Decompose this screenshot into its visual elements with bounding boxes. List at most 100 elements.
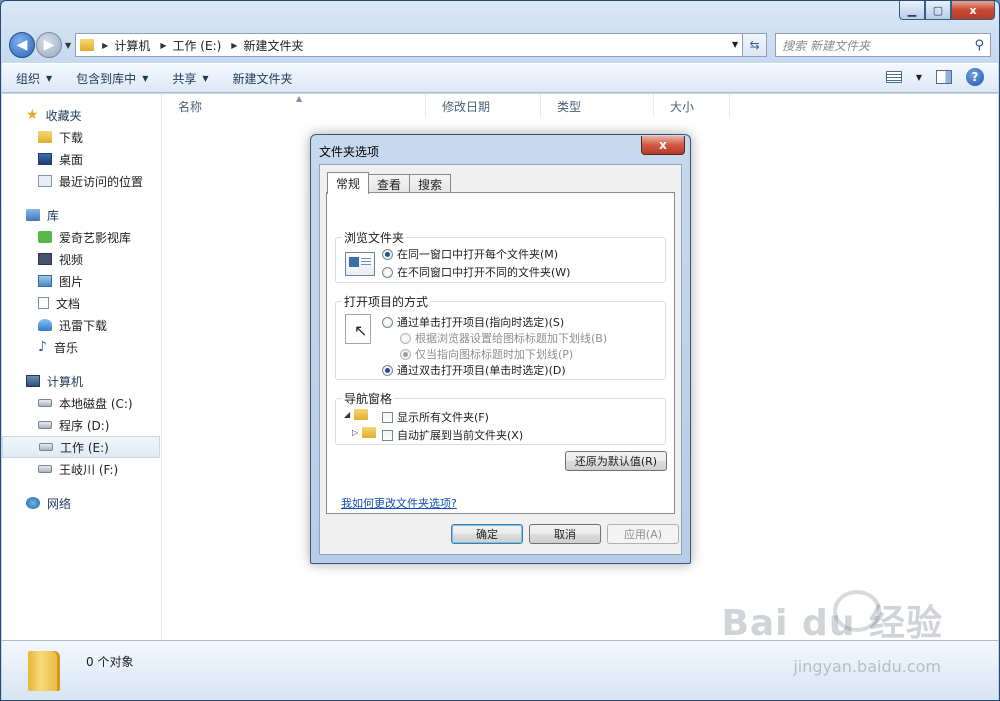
include-in-library-menu[interactable]: 包含到库中 ▼: [76, 70, 148, 87]
chevron-right-icon: ▶: [231, 40, 238, 50]
history-dropdown[interactable]: ▼: [65, 41, 71, 50]
refresh-icon: ⇆: [749, 38, 760, 52]
chevron-down-icon[interactable]: ▼: [732, 40, 738, 49]
tab-view[interactable]: 查看: [368, 174, 411, 193]
sidebar-item-label: 爱奇艺影视库: [59, 230, 132, 245]
restore-defaults-button[interactable]: 还原为默认值(R): [565, 451, 667, 471]
sidebar-item-label: 迅雷下载: [59, 318, 108, 333]
folder-icon: [362, 427, 377, 438]
search-icon[interactable]: ⚲: [974, 38, 984, 53]
radio-button[interactable]: [400, 332, 411, 344]
sidebar-item-drive-f[interactable]: 王岐川 (F:): [2, 458, 161, 480]
help-link[interactable]: 我如何更改文件夹选项?: [341, 495, 457, 511]
preview-pane-icon[interactable]: [936, 70, 952, 84]
chevron-down-icon[interactable]: ▼: [916, 73, 922, 82]
apply-button[interactable]: 应用(A): [607, 524, 679, 544]
computer-group: 计算机 本地磁盘 (C:) 程序 (D:) 工作 (E:) 王岐川 (F:): [2, 370, 161, 480]
sidebar-item-xunlei[interactable]: 迅雷下载: [2, 314, 161, 336]
breadcrumb-drive-e[interactable]: ▶ 工作 (E:): [160, 37, 221, 54]
sidebar-item-downloads[interactable]: 下载: [2, 126, 161, 148]
radio-button[interactable]: [382, 364, 393, 376]
navigation-pane-group: 导航窗格 ◢ ▷ 显示所有文件夹(F) 自动扩展到当前文件夹(X): [335, 390, 666, 445]
organize-label: 组织: [16, 71, 41, 86]
share-label: 共享: [172, 71, 197, 86]
organize-menu[interactable]: 组织 ▼: [16, 70, 52, 87]
checkbox-show-all-folders[interactable]: 显示所有文件夹(F): [382, 409, 489, 425]
radio-underline-hover[interactable]: 仅当指向图标标题时加下划线(P): [400, 346, 573, 362]
view-icon[interactable]: [885, 71, 902, 83]
sidebar-item-recent[interactable]: 最近访问的位置: [2, 170, 161, 192]
sidebar-item-label: 收藏夹: [45, 108, 82, 123]
address-bar[interactable]: ▶ 计算机 ▶ 工作 (E:) ▶ 新建文件夹 ▼: [75, 33, 744, 57]
checkbox[interactable]: [382, 411, 393, 423]
computer-icon: [26, 375, 40, 387]
tab-search[interactable]: 搜索: [409, 174, 452, 193]
group-label: 浏览文件夹: [342, 229, 407, 246]
radio-button[interactable]: [382, 316, 393, 328]
option-label: 在不同窗口中打开不同的文件夹(W): [397, 266, 571, 279]
breadcrumb-label: 计算机: [114, 38, 151, 53]
radio-button[interactable]: [382, 248, 393, 260]
forward-button[interactable]: ▶: [36, 32, 62, 58]
sidebar-item-videos[interactable]: 视频: [2, 248, 161, 270]
radio-button[interactable]: [382, 266, 393, 278]
sidebar-item-network[interactable]: 网络: [2, 492, 161, 514]
sidebar-item-drive-d[interactable]: 程序 (D:): [2, 414, 161, 436]
radio-button[interactable]: [400, 348, 411, 360]
checkbox[interactable]: [382, 429, 393, 441]
column-name[interactable]: 名称: [162, 94, 426, 118]
share-menu[interactable]: 共享 ▼: [172, 70, 208, 87]
dialog-close-button[interactable]: x: [641, 136, 685, 155]
option-label: 根据浏览器设置给图标标题加下划线(B): [415, 332, 608, 345]
option-label: 显示所有文件夹(F): [397, 411, 489, 424]
drive-icon: [38, 421, 52, 429]
checkbox-auto-expand[interactable]: 自动扩展到当前文件夹(X): [382, 427, 523, 443]
sidebar-item-favorites[interactable]: ★ 收藏夹: [2, 104, 161, 126]
close-button[interactable]: x: [951, 1, 995, 20]
radio-double-click[interactable]: 通过双击打开项目(单击时选定)(D): [382, 362, 566, 378]
search-input[interactable]: 搜索 新建文件夹 ⚲: [775, 33, 991, 57]
tab-general[interactable]: 常规: [327, 172, 370, 194]
arrow-right-icon: ▶: [43, 37, 55, 53]
sidebar-item-desktop[interactable]: 桌面: [2, 148, 161, 170]
ok-button[interactable]: 确定: [451, 524, 523, 544]
refresh-button[interactable]: ⇆: [743, 33, 768, 57]
dialog-body: 常规 查看 搜索 浏览文件夹 在同一窗口中打开每个文件夹(M) 在不同窗口中打开…: [319, 164, 682, 555]
downloads-folder-icon: [38, 131, 52, 143]
cancel-button[interactable]: 取消: [529, 524, 601, 544]
radio-single-click[interactable]: 通过单击打开项目(指向时选定)(S): [382, 314, 564, 330]
help-icon[interactable]: ?: [966, 68, 984, 86]
column-date[interactable]: 修改日期: [426, 94, 541, 118]
new-folder-button[interactable]: 新建文件夹: [233, 70, 293, 87]
radio-underline-browser[interactable]: 根据浏览器设置给图标标题加下划线(B): [400, 330, 607, 346]
column-size[interactable]: 大小: [654, 94, 730, 118]
sidebar-item-iqiyi[interactable]: 爱奇艺影视库: [2, 226, 161, 248]
column-type[interactable]: 类型: [541, 94, 654, 118]
radio-new-window[interactable]: 在不同窗口中打开不同的文件夹(W): [382, 264, 570, 280]
option-label: 通过单击打开项目(指向时选定)(S): [397, 316, 565, 329]
library-icon: [26, 209, 40, 221]
sidebar-item-libraries[interactable]: 库: [2, 204, 161, 226]
back-button[interactable]: ◀: [9, 32, 35, 58]
sidebar-item-drive-e[interactable]: 工作 (E:): [2, 436, 160, 458]
sidebar-item-computer[interactable]: 计算机: [2, 370, 161, 392]
sidebar-item-music[interactable]: ♪ 音乐: [2, 336, 161, 358]
maximize-button[interactable]: ▢: [925, 1, 951, 20]
breadcrumb-computer[interactable]: ▶ 计算机: [102, 37, 150, 54]
sidebar-item-pictures[interactable]: 图片: [2, 270, 161, 292]
folder-icon: [28, 651, 60, 691]
breadcrumb-label: 工作 (E:): [172, 38, 222, 53]
sidebar-item-label: 图片: [59, 274, 84, 289]
breadcrumb-new-folder[interactable]: ▶ 新建文件夹: [231, 37, 303, 54]
document-icon: [38, 297, 49, 309]
radio-same-window[interactable]: 在同一窗口中打开每个文件夹(M): [382, 246, 558, 262]
video-icon: [38, 253, 52, 265]
sidebar-item-label: 王岐川 (F:): [59, 462, 119, 477]
sidebar-item-drive-c[interactable]: 本地磁盘 (C:): [2, 392, 161, 414]
sidebar-item-label: 库: [47, 208, 60, 223]
dialog-tabs: 常规 查看 搜索: [327, 172, 452, 194]
dialog-title: 文件夹选项: [319, 145, 380, 159]
sidebar-item-documents[interactable]: 文档: [2, 292, 161, 314]
iqiyi-icon: [38, 231, 52, 243]
minimize-button[interactable]: ▁: [899, 1, 925, 20]
